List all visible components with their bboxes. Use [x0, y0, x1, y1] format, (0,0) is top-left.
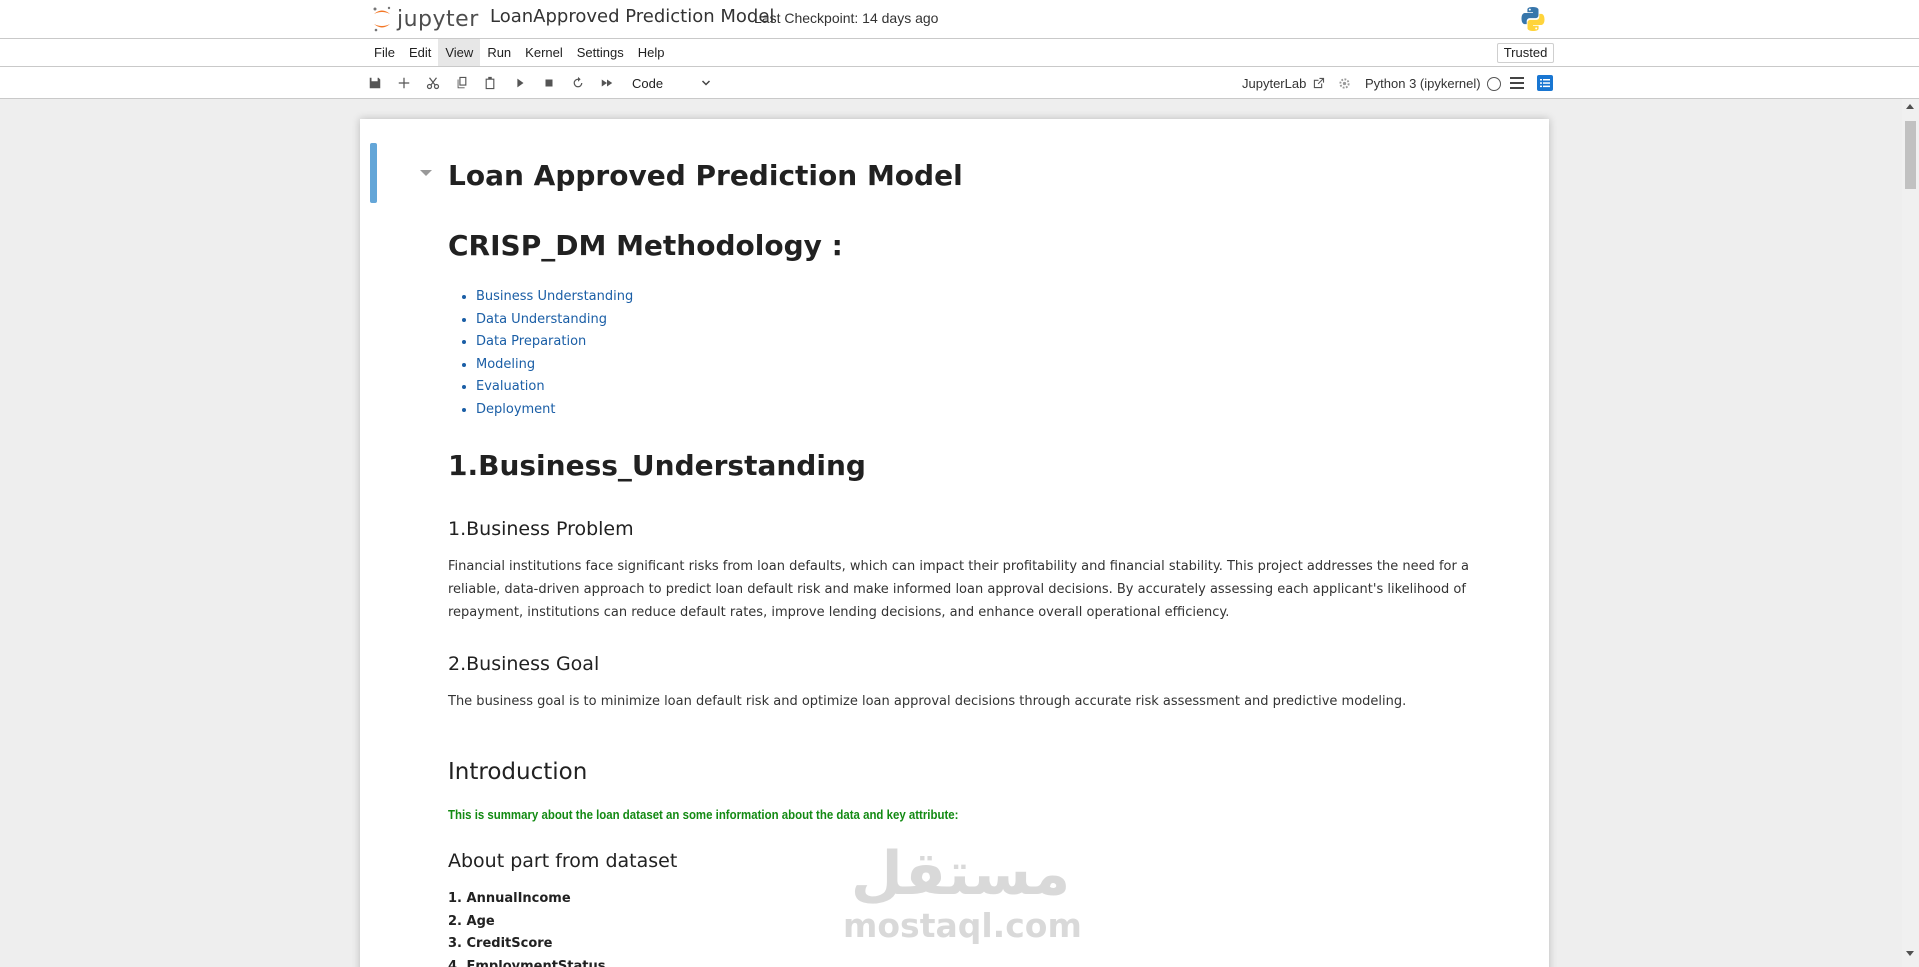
business-problem-heading: 1.Business Problem — [448, 518, 634, 540]
link-evaluation[interactable]: Evaluation — [476, 376, 633, 399]
save-icon — [369, 77, 381, 89]
menu-help[interactable]: Help — [631, 39, 672, 66]
attribute-item: 2. Age — [448, 913, 495, 929]
kernel-settings-icon[interactable] — [1338, 77, 1351, 90]
business-problem-text: Financial institutions face significant … — [448, 559, 1469, 620]
run-icon — [517, 78, 524, 88]
restart-icon — [573, 76, 583, 88]
jupyter-logo-icon — [373, 6, 391, 32]
menu-bar: File Edit View Run Kernel Settings Help … — [0, 38, 1919, 67]
paste-button[interactable] — [481, 74, 499, 92]
scrollbar-thumb[interactable] — [1905, 121, 1916, 189]
stop-icon — [545, 79, 553, 87]
intro-summary-text: This is summary about the loan dataset a… — [448, 807, 959, 822]
jupyter-logo-text: jupyter — [397, 6, 479, 32]
cut-icon — [426, 77, 440, 90]
copy-icon — [457, 76, 467, 89]
menu-kernel[interactable]: Kernel — [518, 39, 570, 66]
cell-type-value: Code — [632, 75, 664, 91]
last-checkpoint: Last Checkpoint: 14 days ago — [754, 10, 939, 26]
kernel-status-icon — [1487, 77, 1501, 91]
run-button[interactable] — [511, 74, 529, 92]
menu-file[interactable]: File — [367, 39, 402, 66]
toc-icon — [1540, 79, 1550, 88]
copy-button[interactable] — [453, 74, 471, 92]
jupyterlab-label: JupyterLab — [1242, 76, 1307, 91]
link-modeling[interactable]: Modeling — [476, 354, 633, 377]
heading-collapse-icon[interactable] — [420, 170, 432, 176]
table-of-contents-button[interactable] — [1537, 75, 1553, 91]
menu-view[interactable]: View — [438, 39, 481, 66]
notebook-cell-area: Loan Approved Prediction Model CRISP_DM … — [360, 119, 1549, 967]
attribute-item: 1. AnnualIncome — [448, 891, 571, 906]
open-jupyterlab-link[interactable]: JupyterLab — [1242, 76, 1325, 91]
save-button[interactable] — [366, 74, 384, 92]
add-cell-icon — [398, 77, 410, 89]
property-inspector-icon[interactable] — [1510, 77, 1524, 89]
business-understanding-heading: 1.Business_Understanding — [448, 449, 866, 482]
toc-link-list: Business Understanding Data Understandin… — [476, 286, 633, 421]
business-goal-heading: 2.Business Goal — [448, 653, 600, 675]
fast-forward-icon — [601, 79, 613, 87]
link-business-understanding[interactable]: Business Understanding — [476, 286, 633, 309]
jupyter-logo[interactable]: jupyter — [371, 3, 479, 35]
notebook-heading: Loan Approved Prediction Model — [448, 159, 963, 192]
add-cell-button[interactable] — [395, 74, 413, 92]
introduction-heading: Introduction — [448, 759, 588, 785]
kernel-name[interactable]: Python 3 (ipykernel) — [1365, 76, 1481, 91]
stop-button[interactable] — [540, 74, 558, 92]
menu-run[interactable]: Run — [480, 39, 518, 66]
vertical-scrollbar[interactable] — [1902, 99, 1919, 967]
scroll-up-icon[interactable] — [1906, 104, 1914, 109]
trusted-indicator[interactable]: Trusted — [1497, 43, 1554, 63]
restart-button[interactable] — [569, 74, 587, 92]
link-deployment[interactable]: Deployment — [476, 399, 633, 422]
menu-settings[interactable]: Settings — [570, 39, 631, 66]
attribute-item: 3. CreditScore — [448, 936, 553, 951]
business-goal-text: The business goal is to minimize loan de… — [448, 694, 1407, 709]
python-logo-icon — [1521, 7, 1545, 31]
link-data-preparation[interactable]: Data Preparation — [476, 331, 633, 354]
link-data-understanding[interactable]: Data Understanding — [476, 309, 633, 332]
cut-button[interactable] — [424, 74, 442, 92]
chevron-down-icon — [701, 80, 711, 86]
active-cell-indicator[interactable] — [370, 143, 377, 203]
paste-icon — [485, 76, 495, 90]
top-header: jupyter LoanApproved Prediction Model La… — [0, 0, 1919, 38]
methodology-heading: CRISP_DM Methodology : — [448, 229, 843, 262]
attribute-item: 4. EmploymentStatus — [448, 958, 606, 967]
fast-forward-button[interactable] — [598, 74, 616, 92]
menu-edit[interactable]: Edit — [402, 39, 438, 66]
scroll-down-icon[interactable] — [1906, 951, 1914, 956]
notebook-title[interactable]: LoanApproved Prediction Model — [490, 6, 774, 27]
attribute-list: 1. AnnualIncome 2. Age 3. CreditScore 4.… — [448, 888, 606, 967]
external-link-icon — [1314, 77, 1325, 89]
notebook-toolbar: Code JupyterLab Python 3 (ipykernel) — [0, 67, 1919, 99]
cell-type-select[interactable]: Code — [626, 73, 712, 93]
about-dataset-heading: About part from dataset — [448, 850, 678, 872]
